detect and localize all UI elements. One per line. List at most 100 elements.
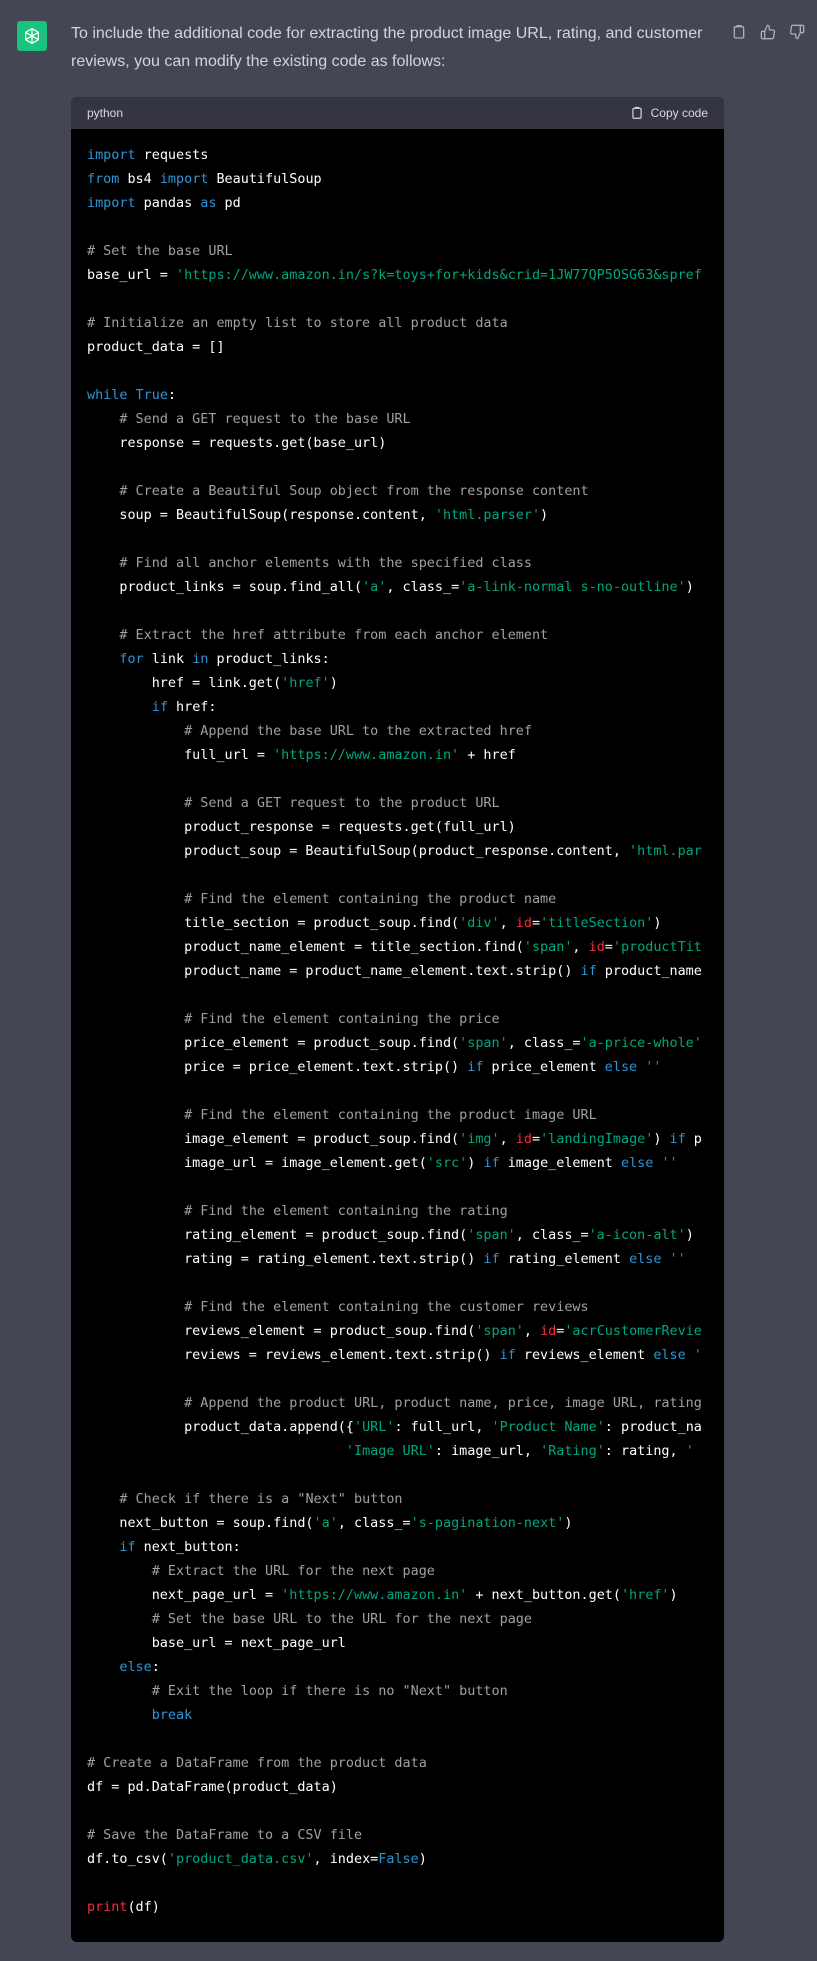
code-token: =	[604, 940, 613, 955]
code-token: pandas	[135, 196, 201, 211]
code-line: # Find the element containing the produc…	[87, 888, 708, 912]
code-token: 'a'	[313, 1516, 338, 1531]
code-line: # Save the DataFrame to a CSV file	[87, 1824, 708, 1848]
code-line: response = requests.get(base_url)	[87, 432, 708, 456]
code-token: + href	[459, 748, 516, 763]
code-token: : rating,	[604, 1444, 686, 1459]
thumbs-up-button[interactable]	[758, 22, 778, 42]
code-line: product_name_element = title_section.fin…	[87, 936, 708, 960]
code-token: product_name_element = title_section.fin…	[87, 940, 524, 955]
code-token: product_links = soup.find_all(	[87, 580, 363, 595]
code-line: # Find the element containing the price	[87, 1008, 708, 1032]
code-line: price_element = product_soup.find('span'…	[87, 1032, 708, 1056]
code-token: import	[159, 172, 209, 187]
code-token: # Find the element containing the rating	[184, 1204, 508, 1219]
code-line: import pandas as pd	[87, 192, 708, 216]
code-token: while	[87, 388, 128, 403]
code-line: while True:	[87, 384, 708, 408]
copy-message-icon	[733, 25, 745, 39]
code-token: 'Rating'	[540, 1444, 605, 1459]
code-token: )	[669, 1588, 678, 1603]
code-token: link	[143, 652, 193, 667]
code-token: : product_na	[604, 1420, 702, 1435]
clipboard-icon	[631, 106, 642, 119]
code-line: reviews = reviews_element.text.strip() i…	[87, 1344, 708, 1368]
code-token: 'Product Name'	[491, 1420, 605, 1435]
thumbs-up-icon	[760, 24, 776, 40]
code-token: # Append the product URL, product name, …	[184, 1396, 702, 1411]
copy-message-button[interactable]	[729, 22, 749, 42]
code-token: 'productTit	[612, 940, 702, 955]
code-token: price_element = product_soup.find(	[87, 1036, 460, 1051]
code-line: product_data.append({'URL': full_url, 'P…	[87, 1416, 708, 1440]
code-token: reviews_element	[515, 1348, 654, 1363]
code-token: id	[515, 916, 532, 931]
code-block-header: python Copy code	[71, 97, 724, 129]
code-token: product_response = requests.get(full_url…	[87, 820, 516, 835]
code-line: # Append the base URL to the extracted h…	[87, 720, 708, 744]
code-token: # Extract the URL for the next page	[151, 1564, 435, 1579]
code-line: # Exit the loop if there is no "Next" bu…	[87, 1680, 708, 1704]
code-line: price = price_element.text.strip() if pr…	[87, 1056, 708, 1080]
code-token: if	[119, 1540, 136, 1555]
thumbs-down-button[interactable]	[787, 22, 807, 42]
code-token: break	[151, 1708, 193, 1723]
code-token: :	[151, 1660, 160, 1675]
code-line: # Extract the href attribute from each a…	[87, 624, 708, 648]
code-line: # Create a DataFrame from the product da…	[87, 1752, 708, 1776]
code-token: price_element	[483, 1060, 605, 1075]
code-line: break	[87, 1704, 708, 1728]
code-token: else	[604, 1060, 638, 1075]
code-line: df = pd.DataFrame(product_data)	[87, 1776, 708, 1800]
code-token: soup = BeautifulSoup(response.content,	[87, 508, 435, 523]
code-token: response = requests.get(base_url)	[87, 436, 387, 451]
code-line: product_response = requests.get(full_url…	[87, 816, 708, 840]
code-token: else	[620, 1156, 654, 1171]
code-token: =	[531, 1132, 541, 1147]
code-token: True	[135, 388, 168, 403]
code-token: # Save the DataFrame to a CSV file	[87, 1828, 363, 1843]
code-token: id	[588, 940, 605, 955]
code-line: # Set the base URL to the URL for the ne…	[87, 1608, 708, 1632]
code-token: )	[685, 1228, 694, 1243]
code-token: # Exit the loop if there is no "Next" bu…	[151, 1684, 508, 1699]
code-token: 's-pagination-next'	[410, 1516, 565, 1531]
code-token: # Find all anchor elements with the spec…	[119, 556, 532, 571]
code-token: 'div'	[459, 916, 500, 931]
code-token: # Find the element containing the produc…	[184, 892, 557, 907]
copy-code-button[interactable]: Copy code	[630, 106, 708, 120]
code-token: # Append the base URL to the extracted h…	[184, 724, 532, 739]
code-token: 'acrCustomerRevie	[564, 1324, 702, 1339]
code-token: , class_=	[386, 580, 460, 595]
code-token: 'a-price-whole'	[580, 1036, 702, 1051]
code-token: 'href'	[620, 1588, 670, 1603]
code-token: product_name = product_name_element.text…	[87, 964, 581, 979]
code-token: # Set the base URL to the URL for the ne…	[151, 1612, 532, 1627]
code-token: 'src'	[426, 1156, 468, 1171]
code-token: ,	[499, 916, 516, 931]
code-token: product_links:	[208, 652, 330, 667]
code-token: 'a'	[362, 580, 387, 595]
code-line: href = link.get('href')	[87, 672, 708, 696]
code-token: , class_=	[337, 1516, 411, 1531]
code-token: requests	[135, 148, 209, 163]
code-content[interactable]: import requests from bs4 import Beautiful…	[71, 129, 724, 1935]
code-line: reviews_element = product_soup.find('spa…	[87, 1320, 708, 1344]
code-line: soup = BeautifulSoup(response.content, '…	[87, 504, 708, 528]
code-token: 'img'	[459, 1132, 500, 1147]
